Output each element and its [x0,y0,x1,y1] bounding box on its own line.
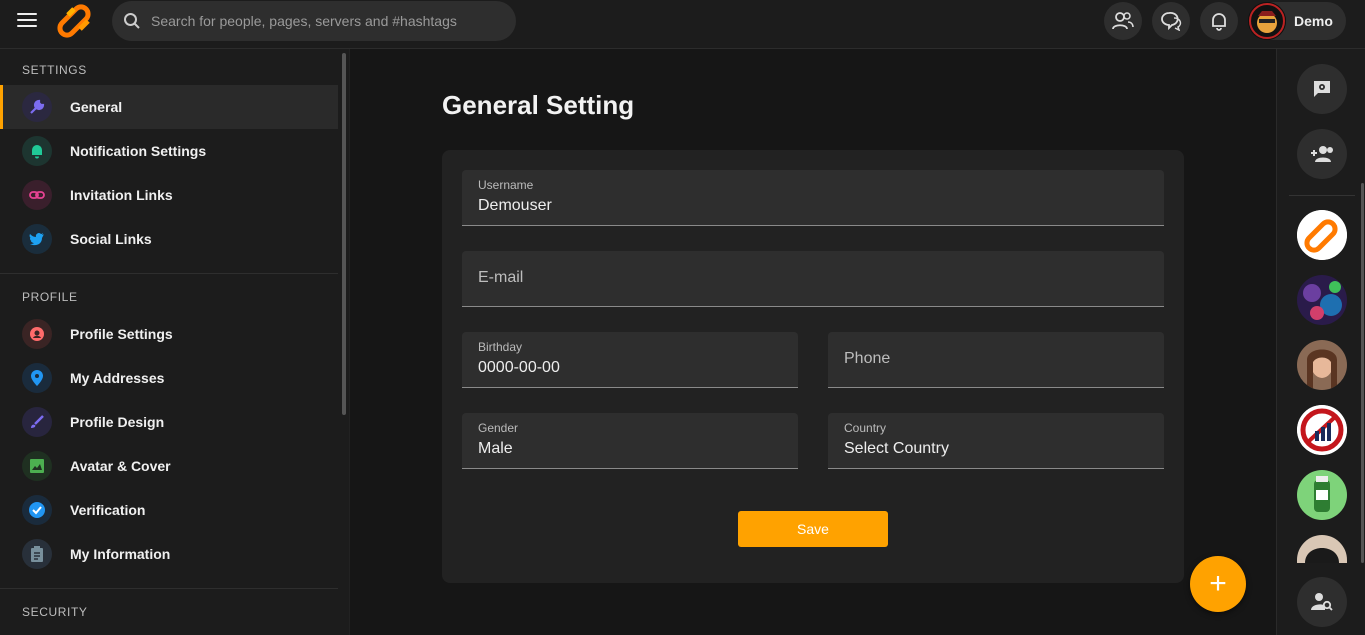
user-avatar[interactable] [1297,535,1347,563]
sidebar-item-label: Notification Settings [70,143,207,159]
username-value: Demouser [478,197,552,214]
birthday-field[interactable]: Birthday 0000-00-00 [462,332,798,388]
phone-field[interactable]: Phone [828,332,1164,388]
sidebar-item-label: My Addresses [70,370,165,386]
country-select[interactable]: Country Select Country [828,413,1164,469]
link-icon [22,180,52,210]
gender-label: Gender [478,421,519,435]
username-label: Username [478,178,534,192]
image-icon [22,451,52,481]
find-user-button[interactable] [1297,577,1347,627]
bell-icon [1212,13,1226,31]
user-menu[interactable]: Demo [1248,2,1346,40]
profile-icon [22,319,52,349]
country-label: Country [844,421,887,435]
search-icon [124,13,140,29]
clipboard-icon [22,539,52,569]
hamburger-menu-icon[interactable] [17,13,37,29]
sidebar-item-general[interactable]: General [0,85,338,129]
server-avatar[interactable] [1297,275,1347,325]
search-input[interactable] [151,13,481,29]
friends-button[interactable] [1104,2,1142,40]
sidebar-item-label: My Information [70,546,171,562]
page-title: General Setting [442,90,635,120]
birthday-value: 0000-00-00 [478,359,560,376]
wrench-icon [22,92,52,122]
twitter-icon [22,224,52,254]
sidebar-item-label: Avatar & Cover [70,458,171,474]
section-header-security: SECURITY [22,605,88,619]
sidebar-item-social-links[interactable]: Social Links [0,217,338,261]
right-rail [1276,49,1365,635]
section-header-settings: SETTINGS [22,63,87,77]
chat-settings-button[interactable] [1297,64,1347,114]
messages-button[interactable] [1152,2,1190,40]
sidebar-item-my-information[interactable]: My Information [0,532,338,576]
sidebar-scrollbar[interactable] [342,53,346,415]
server-avatar[interactable] [1297,470,1347,520]
section-divider [0,588,338,589]
gender-select[interactable]: Gender Male [462,413,798,469]
brush-icon [22,407,52,437]
section-header-profile: PROFILE [22,290,78,304]
birthday-label: Birthday [478,340,523,354]
sidebar-item-label: Profile Design [70,414,165,430]
settings-sidebar: SETTINGS General Notification Settings I… [0,49,350,635]
chat-settings-icon [1314,81,1330,97]
sidebar-item-label: General [70,99,123,115]
sidebar-item-profile-design[interactable]: Profile Design [0,400,338,444]
avatar [1248,2,1286,40]
location-pin-icon [22,363,52,393]
section-divider [0,273,338,274]
rail-scrollbar[interactable] [1361,183,1364,563]
sidebar-item-label: Invitation Links [70,187,173,203]
person-search-icon [1311,593,1333,611]
phone-placeholder: Phone [844,350,891,367]
sidebar-item-profile-settings[interactable]: Profile Settings [0,312,338,356]
add-group-icon [1311,146,1333,162]
email-placeholder: E-mail [478,269,524,286]
top-bar: Demo [0,0,1365,49]
username-field[interactable]: Username Demouser [462,170,1164,226]
verified-badge-icon [22,495,52,525]
sidebar-item-avatar-cover[interactable]: Avatar & Cover [0,444,338,488]
user-name: Demo [1294,13,1333,29]
bell-icon [22,136,52,166]
notifications-button[interactable] [1200,2,1238,40]
user-avatar[interactable] [1297,340,1347,390]
email-field[interactable]: E-mail [462,251,1164,307]
add-friend-button[interactable] [1297,129,1347,179]
sidebar-item-label: Verification [70,502,146,518]
sidebar-item-invitation-links[interactable]: Invitation Links [0,173,338,217]
gender-value: Male [478,440,513,457]
country-value: Select Country [844,440,949,457]
general-settings-form: Username Demouser E-mail Birthday 0000-0… [442,150,1184,583]
sidebar-item-my-addresses[interactable]: My Addresses [0,356,338,400]
chat-bubble-icon [1161,11,1182,31]
app-logo[interactable] [54,3,96,44]
create-fab-button[interactable]: + [1190,556,1246,612]
rail-divider [1289,195,1355,196]
sidebar-item-label: Social Links [70,231,152,247]
sidebar-item-label: Profile Settings [70,326,173,342]
server-avatar[interactable] [1297,405,1347,455]
server-avatar[interactable] [1297,210,1347,260]
search-bar[interactable] [112,1,516,41]
people-icon [1112,12,1134,30]
sidebar-item-verification[interactable]: Verification [0,488,338,532]
sidebar-item-notification-settings[interactable]: Notification Settings [0,129,338,173]
save-button[interactable]: Save [738,511,888,547]
